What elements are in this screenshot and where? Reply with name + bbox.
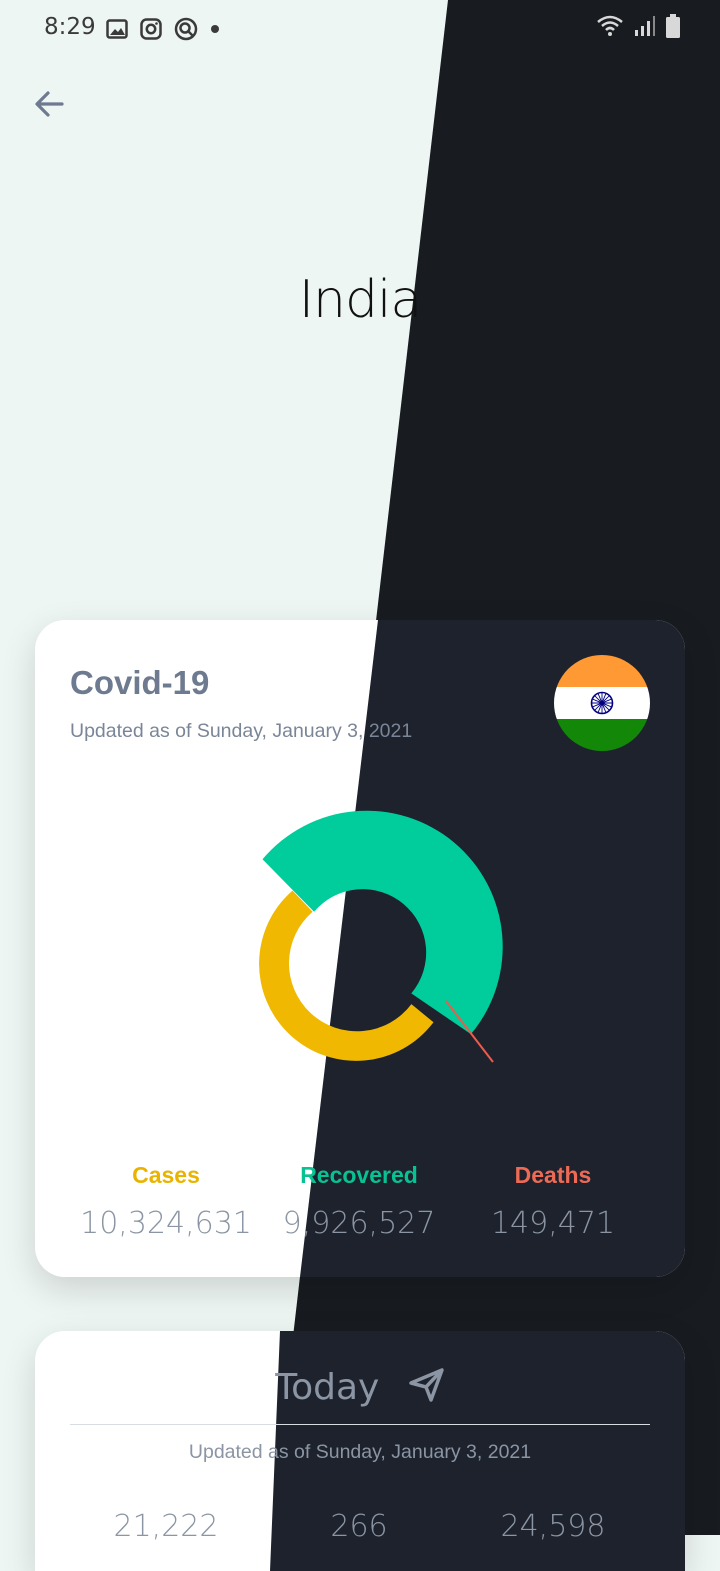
status-right-icons xyxy=(596,14,680,38)
divider xyxy=(70,1424,650,1425)
wifi-icon xyxy=(597,15,623,36)
recovered-label: Recovered xyxy=(300,1162,418,1188)
status-time: 8:29 xyxy=(44,14,96,40)
today-cases-value: 21,222 xyxy=(113,1509,219,1544)
cases-arc xyxy=(259,890,434,1061)
cases-label: Cases xyxy=(132,1162,200,1188)
dot-icon xyxy=(211,25,219,33)
today-header: Today xyxy=(35,1367,685,1411)
today-deaths-value: 266 xyxy=(330,1509,388,1544)
send-icon xyxy=(409,1367,444,1402)
signal-icon xyxy=(635,16,655,36)
deaths-label: Deaths xyxy=(514,1162,592,1188)
status-left-icons xyxy=(106,17,220,41)
share-button[interactable] xyxy=(409,1367,445,1411)
cases-value: 10,324,631 xyxy=(80,1206,252,1241)
today-card: Today Updated as of Sunday, January 3, 2… xyxy=(35,1331,685,1571)
app-icon xyxy=(174,17,198,41)
battery-icon xyxy=(666,14,680,38)
today-recovered-value: 24,598 xyxy=(500,1509,606,1544)
summary-card: Covid-19 Updated as of Sunday, January 3… xyxy=(35,620,685,1277)
recovered-value: 9,926,527 xyxy=(282,1206,436,1241)
deaths-value: 149,471 xyxy=(490,1206,616,1241)
today-title: Today xyxy=(275,1367,380,1408)
gallery-icon xyxy=(106,19,128,39)
country-title: India xyxy=(298,270,423,330)
back-button[interactable] xyxy=(30,84,70,124)
instagram-icon xyxy=(140,18,162,40)
status-bar: 8:29 xyxy=(0,0,720,56)
today-updated-date: Updated as of Sunday, January 3, 2021 xyxy=(188,1441,532,1463)
arrow-left-icon xyxy=(35,91,64,117)
